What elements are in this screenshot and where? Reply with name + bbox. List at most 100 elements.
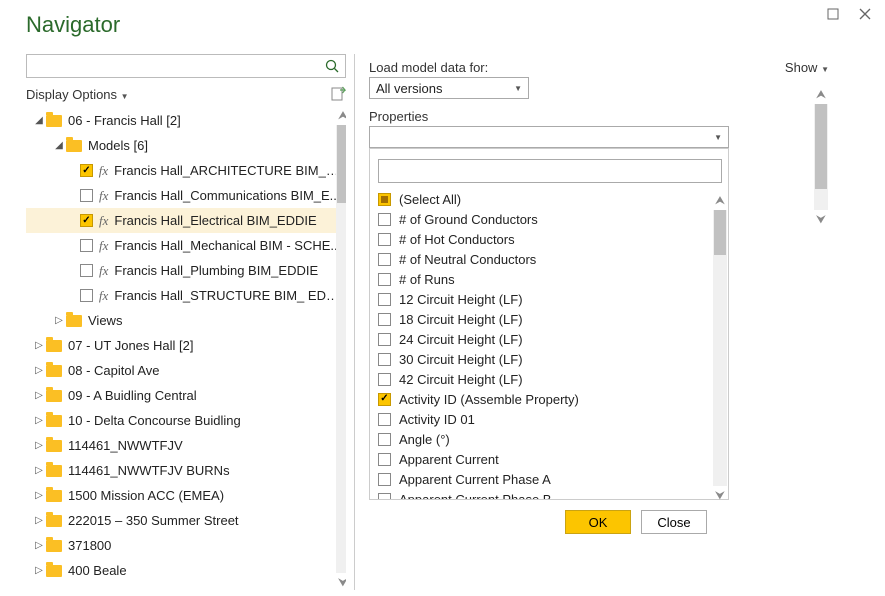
model-checkbox[interactable]: [80, 264, 93, 277]
property-row[interactable]: # of Hot Conductors: [378, 229, 728, 249]
window-maximize-icon[interactable]: [827, 8, 839, 20]
model-checkbox[interactable]: [80, 189, 93, 202]
tree-view[interactable]: ◢ 06 - Francis Hall [2] ◢ Models [6] fxF…: [26, 108, 346, 590]
display-options-dropdown[interactable]: Display Options ▼: [26, 87, 129, 102]
caret-right-icon[interactable]: ▷: [34, 465, 44, 476]
model-checkbox[interactable]: [80, 289, 93, 302]
property-row[interactable]: Activity ID (Assemble Property): [378, 389, 728, 409]
tree-folder-collapsed[interactable]: ▷114461_NWWTFJV: [26, 433, 346, 458]
tree-model-item[interactable]: fxFrancis Hall_Plumbing BIM_EDDIE: [26, 258, 346, 283]
chevron-down-icon: ▼: [121, 92, 129, 101]
caret-right-icon[interactable]: ▷: [34, 440, 44, 451]
tree-folder-collapsed[interactable]: ▷400 Beale: [26, 558, 346, 583]
tree-folder-collapsed[interactable]: ▷222015 – 350 Summer Street: [26, 508, 346, 533]
property-row[interactable]: # of Runs: [378, 269, 728, 289]
caret-right-icon[interactable]: ▷: [34, 340, 44, 351]
property-row[interactable]: Apparent Current Phase A: [378, 469, 728, 489]
search-input[interactable]: [26, 54, 346, 78]
caret-right-icon[interactable]: ▷: [34, 565, 44, 576]
show-dropdown[interactable]: Show ▼: [785, 60, 829, 75]
ok-button[interactable]: OK: [565, 510, 631, 534]
refresh-icon[interactable]: [330, 86, 346, 102]
property-checkbox[interactable]: [378, 233, 391, 246]
tree-model-item[interactable]: fxFrancis Hall_ARCHITECTURE BIM_20...: [26, 158, 346, 183]
property-row[interactable]: Activity ID 01: [378, 409, 728, 429]
caret-down-icon[interactable]: ◢: [34, 115, 44, 126]
folder-icon: [46, 490, 62, 502]
property-checkbox[interactable]: [378, 453, 391, 466]
property-row[interactable]: 30 Circuit Height (LF): [378, 349, 728, 369]
caret-right-icon[interactable]: ▷: [34, 490, 44, 501]
scroll-down-icon[interactable]: ⮟: [338, 575, 346, 590]
tree-model-item[interactable]: fxFrancis Hall_Communications BIM_E...: [26, 183, 346, 208]
property-row[interactable]: (Select All): [378, 189, 728, 209]
tree-folder-expanded[interactable]: ◢ 06 - Francis Hall [2]: [26, 108, 346, 133]
tree-folder-collapsed[interactable]: ▷09 - A Buidling Central: [26, 383, 346, 408]
property-checkbox[interactable]: [378, 253, 391, 266]
scroll-up-icon[interactable]: ⮝: [816, 87, 826, 102]
window-close-icon[interactable]: [859, 8, 871, 20]
property-checkbox[interactable]: [378, 433, 391, 446]
chevron-down-icon: ▼: [714, 133, 722, 142]
property-row[interactable]: Apparent Current Phase B: [378, 489, 728, 499]
property-checkbox[interactable]: [378, 413, 391, 426]
properties-combo[interactable]: ▼: [369, 126, 729, 148]
property-row[interactable]: 42 Circuit Height (LF): [378, 369, 728, 389]
caret-right-icon[interactable]: ▷: [34, 415, 44, 426]
property-checkbox[interactable]: [378, 493, 391, 500]
properties-scrollbar[interactable]: ⮝ ⮟: [712, 193, 728, 503]
properties-filter-input[interactable]: [378, 159, 722, 183]
caret-right-icon[interactable]: ▷: [34, 540, 44, 551]
tree-folder-collapsed[interactable]: ▷114461_NWWTFJV BURNs: [26, 458, 346, 483]
scroll-up-icon[interactable]: ⮝: [338, 108, 346, 123]
tree-folder-expanded[interactable]: ◢ Models [6]: [26, 133, 346, 158]
tree-model-item[interactable]: fxFrancis Hall_STRUCTURE BIM_ EDDIE: [26, 283, 346, 308]
property-checkbox[interactable]: [378, 473, 391, 486]
caret-right-icon[interactable]: ▷: [34, 390, 44, 401]
model-checkbox[interactable]: [80, 214, 93, 227]
tree-model-item[interactable]: fxFrancis Hall_Electrical BIM_EDDIE: [26, 208, 346, 233]
property-checkbox[interactable]: [378, 213, 391, 226]
property-checkbox[interactable]: [378, 313, 391, 326]
tree-folder-collapsed[interactable]: ▷08 - Capitol Ave: [26, 358, 346, 383]
scroll-down-icon[interactable]: ⮟: [715, 488, 725, 503]
folder-icon: [46, 565, 62, 577]
property-checkbox[interactable]: [378, 393, 391, 406]
load-model-select[interactable]: All versions ▼: [369, 77, 529, 99]
caret-right-icon[interactable]: ▷: [34, 365, 44, 376]
property-checkbox[interactable]: [378, 373, 391, 386]
scroll-thumb[interactable]: [815, 104, 827, 189]
tree-model-item[interactable]: fxFrancis Hall_Mechanical BIM - SCHE...: [26, 233, 346, 258]
tree-scrollbar[interactable]: ⮝ ⮟: [335, 108, 346, 590]
property-checkbox[interactable]: [378, 293, 391, 306]
close-button[interactable]: Close: [641, 510, 707, 534]
property-checkbox[interactable]: [378, 193, 391, 206]
property-row[interactable]: # of Neutral Conductors: [378, 249, 728, 269]
model-checkbox[interactable]: [80, 239, 93, 252]
preview-scrollbar[interactable]: ⮝ ⮟: [813, 87, 829, 227]
property-checkbox[interactable]: [378, 353, 391, 366]
property-row[interactable]: 24 Circuit Height (LF): [378, 329, 728, 349]
scroll-up-icon[interactable]: ⮝: [715, 193, 725, 208]
property-row[interactable]: 12 Circuit Height (LF): [378, 289, 728, 309]
caret-right-icon[interactable]: ▷: [34, 515, 44, 526]
property-row[interactable]: 18 Circuit Height (LF): [378, 309, 728, 329]
tree-folder-collapsed[interactable]: ▷ Views: [26, 308, 346, 333]
scroll-thumb[interactable]: [337, 125, 346, 203]
property-label: 30 Circuit Height (LF): [399, 352, 523, 367]
property-row[interactable]: # of Ground Conductors: [378, 209, 728, 229]
scroll-down-icon[interactable]: ⮟: [816, 212, 826, 227]
folder-icon: [46, 415, 62, 427]
model-checkbox[interactable]: [80, 164, 93, 177]
tree-folder-collapsed[interactable]: ▷371800: [26, 533, 346, 558]
tree-folder-collapsed[interactable]: ▷07 - UT Jones Hall [2]: [26, 333, 346, 358]
caret-down-icon[interactable]: ◢: [54, 140, 64, 151]
property-checkbox[interactable]: [378, 273, 391, 286]
caret-right-icon[interactable]: ▷: [54, 315, 64, 326]
property-row[interactable]: Angle (°): [378, 429, 728, 449]
property-row[interactable]: Apparent Current: [378, 449, 728, 469]
tree-folder-collapsed[interactable]: ▷1500 Mission ACC (EMEA): [26, 483, 346, 508]
tree-folder-collapsed[interactable]: ▷10 - Delta Concourse Buidling: [26, 408, 346, 433]
scroll-thumb[interactable]: [714, 210, 726, 255]
property-checkbox[interactable]: [378, 333, 391, 346]
